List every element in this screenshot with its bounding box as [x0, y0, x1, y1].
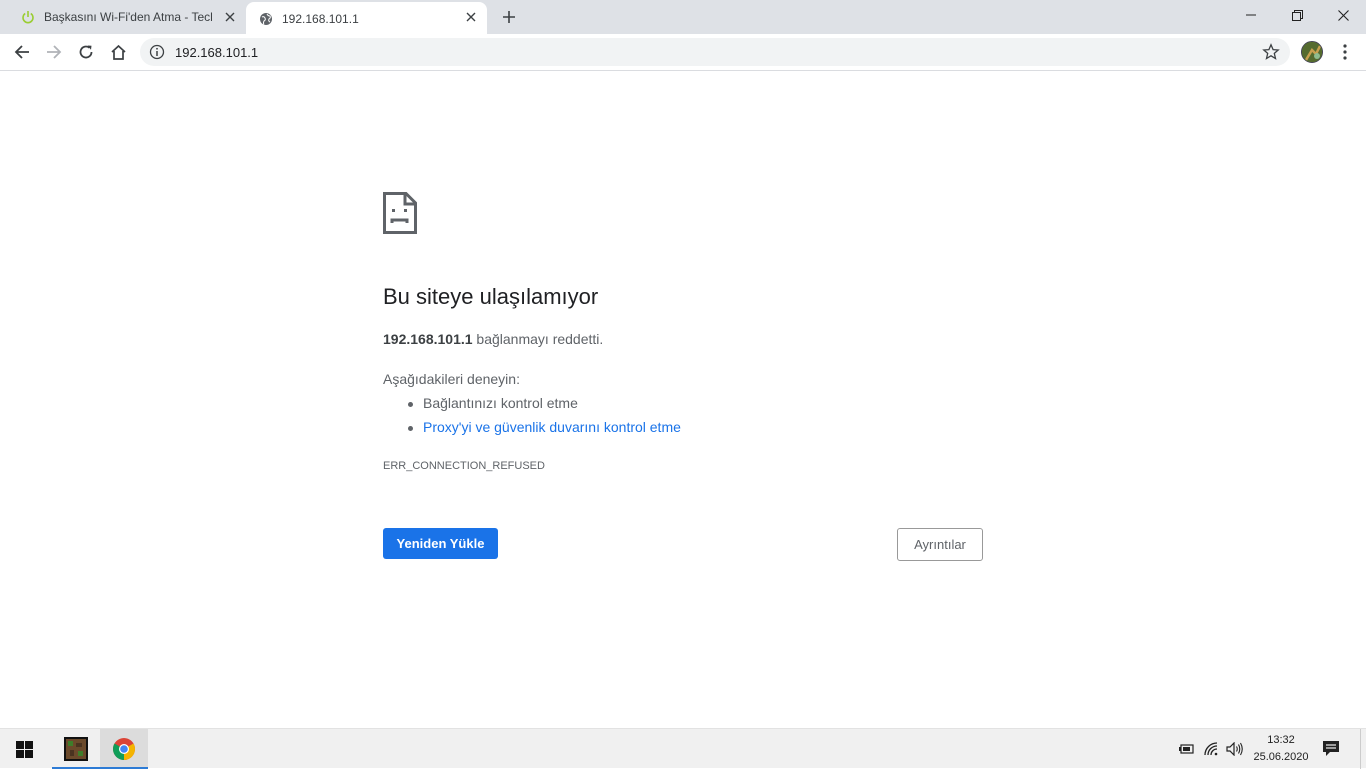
taskbar: 13:32 25.06.2020	[0, 728, 1366, 769]
restore-button[interactable]	[1274, 0, 1320, 30]
close-tab-icon[interactable]	[463, 9, 479, 25]
chrome-icon	[113, 738, 135, 760]
sad-page-icon	[383, 192, 417, 234]
taskbar-app-chrome[interactable]	[100, 729, 148, 769]
tab-title: 192.168.101.1	[282, 12, 359, 26]
restore-icon	[1291, 9, 1303, 21]
close-icon	[1337, 9, 1349, 21]
globe-icon	[258, 11, 274, 27]
browser-toolbar: 192.168.101.1	[0, 34, 1366, 71]
suggestion-check-connection: Bağlantınızı kontrol etme	[407, 395, 681, 419]
windows-icon	[15, 740, 33, 758]
menu-button[interactable]	[1334, 40, 1356, 64]
taskbar-app-minecraft[interactable]	[52, 729, 100, 769]
tab-techn[interactable]: Başkasını Wi-Fi'den Atma - Techn	[8, 0, 246, 34]
check-proxy-link[interactable]: Proxy'yi ve güvenlik duvarını kontrol et…	[423, 419, 681, 435]
minecraft-icon	[64, 737, 88, 761]
error-code: ERR_CONNECTION_REFUSED	[383, 460, 545, 472]
power-icon	[20, 9, 36, 25]
action-center-button[interactable]	[1322, 739, 1342, 759]
start-button[interactable]	[0, 729, 48, 769]
taskbar-clock[interactable]: 13:32 25.06.2020	[1250, 732, 1312, 766]
volume-icon[interactable]	[1226, 740, 1244, 758]
minimize-button[interactable]	[1228, 0, 1274, 30]
star-icon[interactable]	[1262, 43, 1280, 61]
error-heading: Bu siteye ulaşılamıyor	[383, 284, 599, 309]
error-description-text: bağlanmayı reddetti.	[472, 331, 604, 347]
clock-time: 13:32	[1267, 734, 1295, 746]
reload-page-button[interactable]: Yeniden Yükle	[383, 528, 498, 559]
address-url[interactable]: 192.168.101.1	[175, 45, 258, 60]
notification-icon	[1323, 741, 1339, 756]
plus-icon	[503, 11, 515, 23]
new-tab-button[interactable]	[498, 6, 520, 28]
info-icon[interactable]	[149, 44, 165, 60]
battery-icon[interactable]	[1178, 740, 1196, 758]
tab-192-168-101-1[interactable]: 192.168.101.1	[246, 2, 487, 36]
suggestions-list: Bağlantınızı kontrol etme Proxy'yi ve gü…	[407, 395, 681, 443]
reload-button[interactable]	[72, 38, 100, 66]
address-bar[interactable]: 192.168.101.1	[140, 38, 1290, 66]
arrow-right-icon	[47, 45, 62, 59]
suggestion-check-proxy[interactable]: Proxy'yi ve güvenlik duvarını kontrol et…	[407, 419, 681, 443]
minimize-icon	[1246, 14, 1256, 16]
tab-title: Başkasını Wi-Fi'den Atma - Techn	[44, 10, 212, 24]
wifi-icon[interactable]	[1203, 740, 1221, 758]
back-button[interactable]	[8, 38, 36, 66]
details-button[interactable]: Ayrıntılar	[897, 528, 983, 561]
kebab-menu-icon	[1343, 44, 1347, 60]
error-host: 192.168.101.1	[383, 331, 473, 347]
profile-avatar[interactable]	[1301, 41, 1323, 63]
home-icon	[110, 44, 126, 60]
clock-date: 25.06.2020	[1253, 751, 1309, 763]
suggestions-label: Aşağıdakileri deneyin:	[383, 371, 520, 387]
tab-strip: Başkasını Wi-Fi'den Atma - Techn 192.168…	[0, 0, 1366, 36]
arrow-left-icon	[14, 45, 29, 59]
error-description: 192.168.101.1 bağlanmayı reddetti.	[383, 331, 603, 347]
home-button[interactable]	[104, 38, 132, 66]
reload-icon	[79, 45, 93, 59]
close-window-button[interactable]	[1320, 0, 1366, 30]
close-tab-icon[interactable]	[222, 9, 238, 25]
show-desktop-button[interactable]	[1360, 729, 1366, 769]
forward-button[interactable]	[40, 38, 68, 66]
